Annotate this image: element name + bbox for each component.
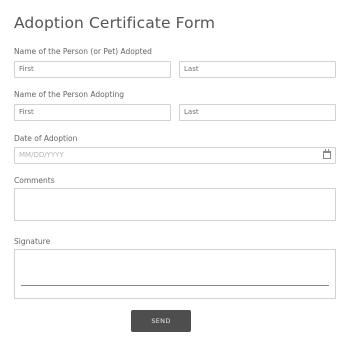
comments-textarea[interactable]: [14, 188, 336, 221]
calendar-icon[interactable]: [323, 149, 331, 159]
comments-label: Comments: [14, 176, 55, 185]
signature-pad[interactable]: [14, 249, 336, 299]
adopting-last-name-input[interactable]: Last: [179, 104, 336, 121]
signature-label: Signature: [14, 237, 51, 246]
form-title: Adoption Certificate Form: [14, 14, 216, 32]
adopted-last-name-input[interactable]: Last: [179, 61, 336, 78]
adoption-date-label: Date of Adoption: [14, 134, 78, 143]
adopting-name-label: Name of the Person Adopting: [14, 90, 125, 99]
adoption-date-placeholder: MM/DD/YYYY: [19, 151, 64, 159]
adopting-first-name-input[interactable]: First: [14, 104, 171, 121]
adopted-name-label: Name of the Person (or Pet) Adopted: [14, 47, 152, 56]
send-button[interactable]: SEND: [131, 310, 191, 332]
adopted-first-name-input[interactable]: First: [14, 61, 171, 78]
adoption-date-input[interactable]: MM/DD/YYYY: [14, 147, 336, 164]
signature-baseline: [21, 285, 329, 286]
